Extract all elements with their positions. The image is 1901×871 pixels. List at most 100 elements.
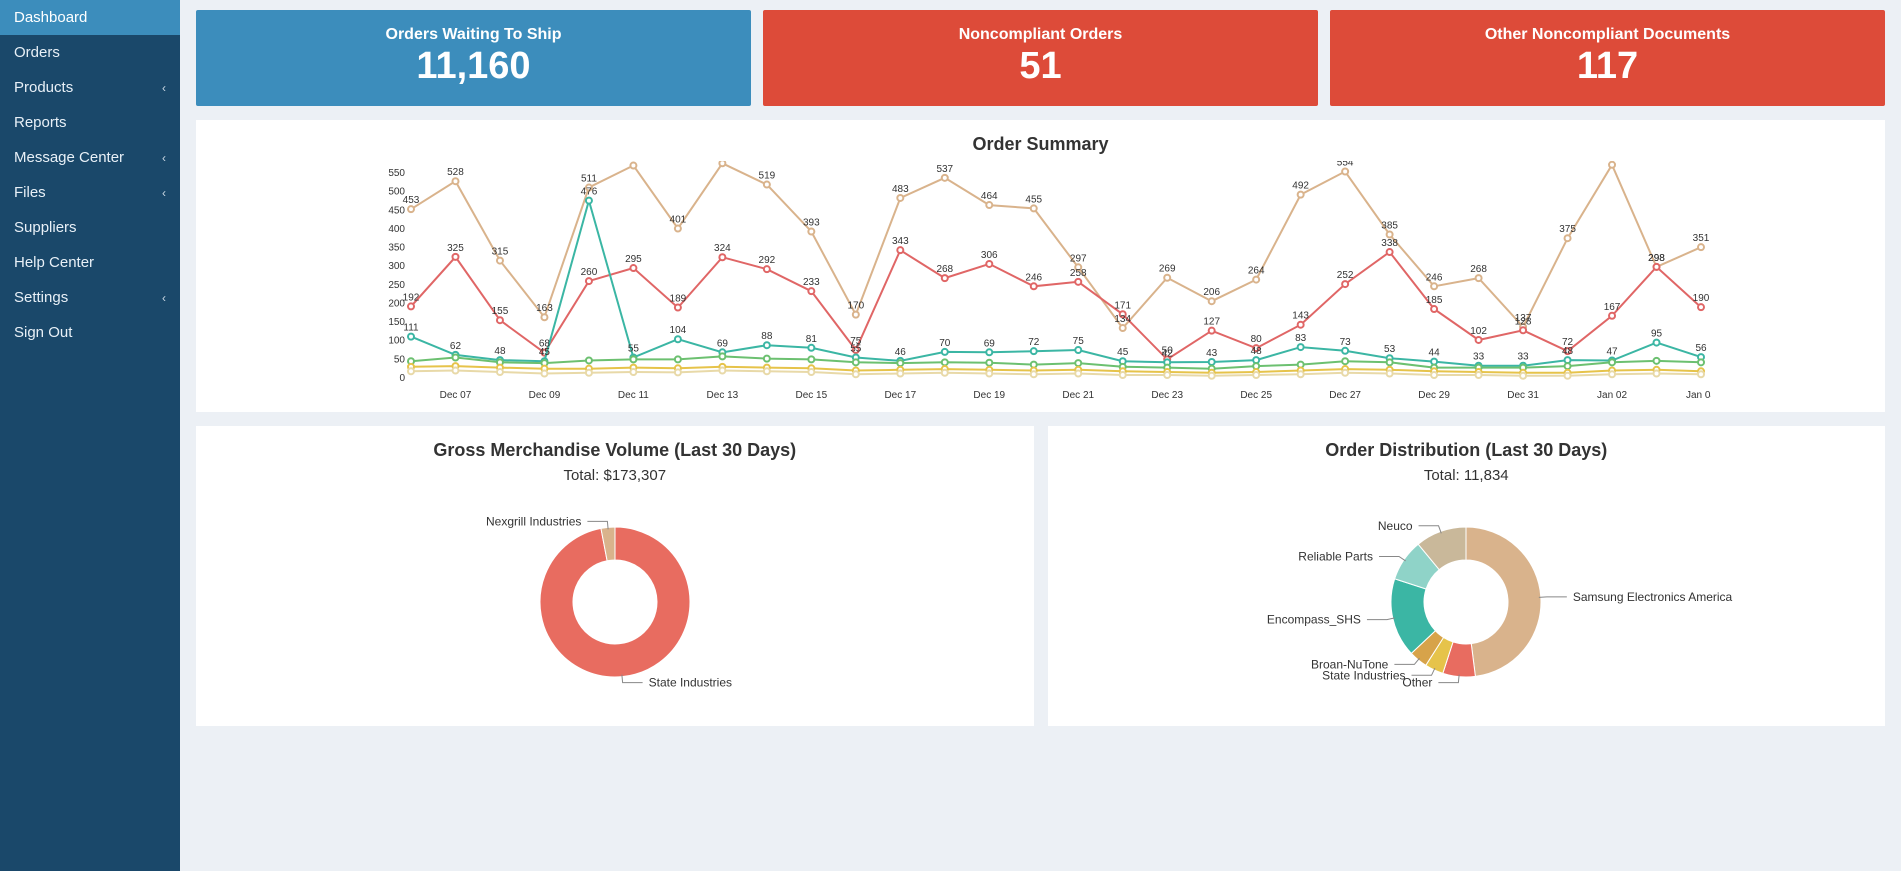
sidebar-item-reports[interactable]: Reports <box>0 105 180 140</box>
svg-text:45: 45 <box>1117 347 1129 358</box>
svg-text:81: 81 <box>805 333 817 344</box>
svg-text:55: 55 <box>627 343 639 354</box>
card-value: 51 <box>775 44 1306 90</box>
svg-text:42: 42 <box>1161 348 1173 359</box>
svg-text:Dec 09: Dec 09 <box>528 390 560 401</box>
svg-text:476: 476 <box>580 186 597 197</box>
svg-text:295: 295 <box>625 254 642 265</box>
svg-text:163: 163 <box>536 303 553 314</box>
svg-text:104: 104 <box>669 325 686 336</box>
card-value: 11,160 <box>208 44 739 90</box>
svg-text:88: 88 <box>761 331 773 342</box>
svg-text:Dec 07: Dec 07 <box>439 390 471 401</box>
gmv-donut-chart: State Industries Nexgrill Industries <box>285 492 945 712</box>
svg-text:State Industries: State Industries <box>648 675 731 689</box>
svg-text:297: 297 <box>1069 253 1086 264</box>
svg-text:325: 325 <box>447 242 464 253</box>
sidebar-item-products[interactable]: Products‹ <box>0 70 180 105</box>
stat-card-other-noncompliant-documents[interactable]: Other Noncompliant Documents117 <box>1330 10 1885 106</box>
svg-text:206: 206 <box>1203 287 1220 298</box>
svg-text:300: 300 <box>388 261 405 272</box>
svg-text:537: 537 <box>936 163 953 174</box>
svg-text:102: 102 <box>1470 326 1487 337</box>
order-summary-panel: Order Summary 05010015020025030035040045… <box>196 120 1885 412</box>
main-content: Orders Waiting To Ship11,160Noncompliant… <box>180 0 1901 871</box>
svg-text:47: 47 <box>1606 346 1618 357</box>
svg-text:Dec 15: Dec 15 <box>795 390 827 401</box>
svg-text:Neuco: Neuco <box>1378 518 1413 532</box>
svg-text:338: 338 <box>1381 238 1398 249</box>
svg-text:33: 33 <box>1517 351 1529 362</box>
svg-text:550: 550 <box>388 168 405 179</box>
svg-text:385: 385 <box>1381 220 1398 231</box>
sidebar: DashboardOrdersProducts‹ReportsMessage C… <box>0 0 180 871</box>
sidebar-item-files[interactable]: Files ‹ <box>0 175 180 210</box>
svg-text:570: 570 <box>625 161 642 163</box>
svg-text:75: 75 <box>1072 336 1084 347</box>
svg-text:56: 56 <box>1695 343 1707 354</box>
svg-text:375: 375 <box>1559 224 1576 235</box>
stat-card-noncompliant-orders[interactable]: Noncompliant Orders51 <box>763 10 1318 106</box>
svg-text:264: 264 <box>1247 265 1264 276</box>
svg-text:44: 44 <box>1428 347 1440 358</box>
svg-text:95: 95 <box>1650 328 1662 339</box>
gmv-title: Gross Merchandise Volume (Last 30 Days) <box>206 440 1024 461</box>
sidebar-item-label: Products <box>14 79 73 96</box>
svg-text:246: 246 <box>1025 272 1042 283</box>
svg-text:554: 554 <box>1336 161 1353 169</box>
svg-text:185: 185 <box>1425 295 1442 306</box>
svg-text:298: 298 <box>1648 253 1665 264</box>
svg-text:268: 268 <box>1470 264 1487 275</box>
sidebar-item-label: Help Center <box>14 254 94 271</box>
stat-card-orders-waiting-to-ship[interactable]: Orders Waiting To Ship11,160 <box>196 10 751 106</box>
chevron-left-icon: ‹ <box>162 186 166 200</box>
svg-text:260: 260 <box>580 267 597 278</box>
svg-text:Dec 21: Dec 21 <box>1062 390 1094 401</box>
svg-text:189: 189 <box>669 293 686 304</box>
svg-text:268: 268 <box>936 264 953 275</box>
svg-text:111: 111 <box>403 322 419 333</box>
sidebar-item-message-center[interactable]: Message Center‹ <box>0 140 180 175</box>
svg-text:192: 192 <box>402 292 419 303</box>
sidebar-item-label: Message Center <box>14 149 124 166</box>
svg-text:528: 528 <box>447 167 464 178</box>
svg-text:572: 572 <box>1603 161 1620 162</box>
svg-text:69: 69 <box>716 338 728 349</box>
svg-text:401: 401 <box>669 214 686 225</box>
svg-text:292: 292 <box>758 255 775 266</box>
svg-text:83: 83 <box>1295 333 1307 344</box>
svg-text:127: 127 <box>1203 316 1220 327</box>
svg-text:Jan 02: Jan 02 <box>1597 390 1627 401</box>
sidebar-item-label: Files <box>14 184 46 201</box>
sidebar-item-dashboard[interactable]: Dashboard <box>0 0 180 35</box>
sidebar-item-sign-out[interactable]: Sign Out <box>0 315 180 350</box>
svg-text:492: 492 <box>1292 180 1309 191</box>
svg-text:250: 250 <box>388 279 405 290</box>
svg-text:350: 350 <box>388 242 405 253</box>
card-title: Orders Waiting To Ship <box>208 26 739 44</box>
sidebar-item-suppliers[interactable]: Suppliers <box>0 210 180 245</box>
dist-panel: Order Distribution (Last 30 Days) Total:… <box>1048 426 1886 726</box>
svg-text:134: 134 <box>1114 314 1131 325</box>
sidebar-item-help-center[interactable]: Help Center <box>0 245 180 280</box>
svg-text:Nexgrill Industries: Nexgrill Industries <box>486 514 581 528</box>
svg-text:167: 167 <box>1603 301 1620 312</box>
svg-text:Samsung Electronics America: Samsung Electronics America <box>1573 590 1733 604</box>
sidebar-item-label: Suppliers <box>14 219 77 236</box>
svg-text:Jan 04: Jan 04 <box>1685 390 1710 401</box>
svg-text:143: 143 <box>1292 310 1309 321</box>
svg-text:Dec 23: Dec 23 <box>1151 390 1183 401</box>
svg-text:170: 170 <box>847 300 864 311</box>
svg-text:48: 48 <box>1250 346 1262 357</box>
svg-text:55: 55 <box>850 343 862 354</box>
svg-text:Dec 19: Dec 19 <box>973 390 1005 401</box>
card-title: Noncompliant Orders <box>775 26 1306 44</box>
svg-text:50: 50 <box>393 354 405 365</box>
svg-text:100: 100 <box>388 335 405 346</box>
svg-text:Encompass_SHS: Encompass_SHS <box>1267 612 1361 626</box>
svg-text:453: 453 <box>402 195 419 206</box>
svg-text:45: 45 <box>538 347 550 358</box>
sidebar-item-settings[interactable]: Settings‹ <box>0 280 180 315</box>
sidebar-item-label: Sign Out <box>14 324 72 341</box>
sidebar-item-orders[interactable]: Orders <box>0 35 180 70</box>
